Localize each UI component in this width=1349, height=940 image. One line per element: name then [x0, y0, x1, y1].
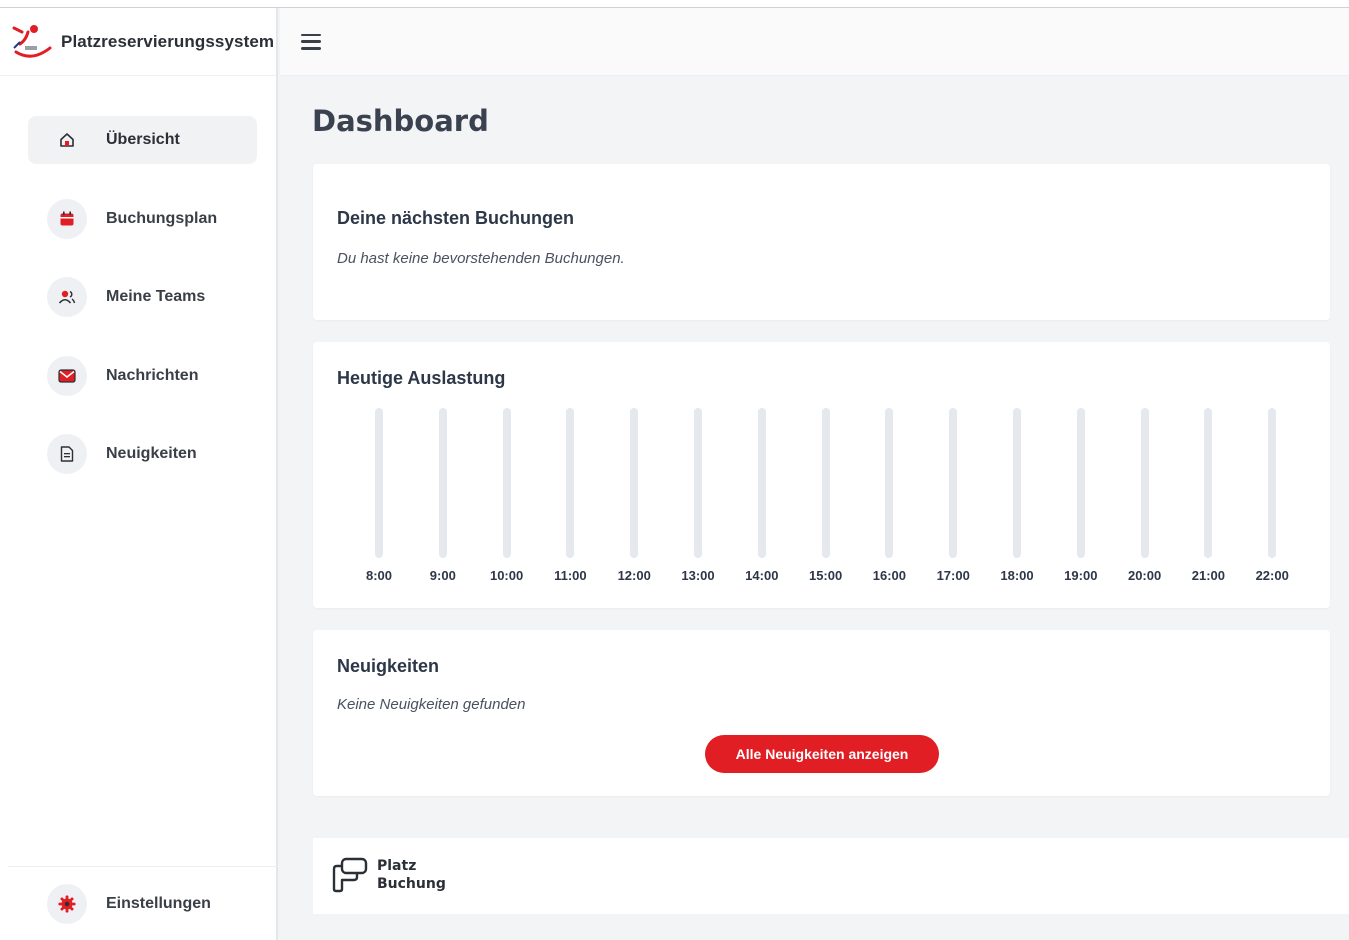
utilization-bar	[1204, 408, 1213, 558]
footer: Platz Buchung	[313, 838, 1349, 914]
utilization-tick-label: 16:00	[872, 568, 907, 583]
home-icon	[47, 120, 87, 160]
news-card: Neuigkeiten Keine Neuigkeiten gefunden A…	[313, 630, 1330, 796]
utilization-tick-label: 14:00	[745, 568, 779, 583]
utilization-bar	[694, 408, 702, 558]
utilization-card: Heutige Auslastung 8:00 9:00 10:00 11:00 12:…	[313, 342, 1330, 608]
sidebar-item-einstellungen[interactable]: Einstellungen	[28, 880, 257, 928]
sidebar-item-label: Übersicht	[106, 131, 180, 148]
mail-icon	[47, 356, 87, 396]
sidebar: Platzreservierungssystem Übersicht Buchu…	[0, 8, 278, 940]
utilization-tick-label: 8:00	[365, 568, 393, 583]
document-icon	[47, 434, 87, 474]
sidebar-item-label: Einstellungen	[106, 895, 211, 912]
utilization-bar	[757, 408, 766, 558]
calendar-icon	[47, 199, 87, 239]
utilization-chart: 8:00 9:00 10:00 11:00 12:00 13:00 14:00 15:00 16…	[313, 342, 1330, 608]
brand[interactable]: Platzreservierungssystem	[0, 8, 276, 76]
news-empty-text: Keine Neuigkeiten gefunden	[337, 696, 526, 713]
utilization-bar	[1013, 408, 1021, 558]
utilization-bar	[375, 408, 383, 558]
sidebar-item-label: Nachrichten	[106, 367, 199, 384]
news-title: Neuigkeiten	[337, 656, 440, 676]
club-logo-icon	[12, 24, 52, 58]
platz-buchung-logo-icon	[332, 857, 368, 893]
footer-brand-line2: Buchung	[377, 876, 446, 892]
utilization-bar	[1268, 408, 1277, 558]
utilization-tick-label: 18:00	[1000, 568, 1034, 583]
sidebar-item-label: Neuigkeiten	[106, 445, 197, 462]
utilization-tick-label: 11:00	[554, 568, 587, 583]
utilization-bar	[502, 408, 511, 558]
utilization-tick-label: 19:00	[1064, 568, 1098, 583]
utilization-tick-label: 21:00	[1191, 568, 1226, 583]
utilization-tick-label: 9:00	[429, 568, 456, 583]
window-top-border	[0, 0, 1349, 8]
utilization-tick-label: 12:00	[617, 568, 651, 583]
page-title: Dashboard	[312, 104, 489, 138]
bookings-empty-text: Du hast keine bevorstehenden Buchungen.	[337, 250, 625, 267]
app-title: Platzreservierungssystem	[61, 31, 275, 51]
users-icon	[47, 277, 87, 317]
sidebar-item-label: Meine Teams	[106, 288, 206, 305]
utilization-tick-label: 13:00	[681, 568, 715, 583]
sidebar-divider	[8, 866, 278, 867]
utilization-bar	[438, 408, 447, 558]
utilization-bar	[949, 408, 958, 558]
utilization-tick-label: 22:00	[1255, 568, 1289, 583]
sidebar-item-meine-teams[interactable]: Meine Teams	[28, 273, 257, 321]
utilization-tick-label: 15:00	[808, 568, 843, 583]
bookings-title: Deine nächsten Buchungen	[337, 208, 575, 228]
utilization-bar	[821, 408, 830, 558]
gear-icon	[47, 884, 87, 924]
footer-brand[interactable]: Platz Buchung	[332, 856, 446, 894]
bookings-card: Deine nächsten Buchungen Du hast keine b…	[313, 164, 1330, 320]
hamburger-icon[interactable]	[301, 33, 321, 50]
utilization-tick-label: 17:00	[936, 568, 970, 583]
top-header	[280, 8, 1349, 76]
utilization-bar	[1140, 408, 1149, 558]
sidebar-item-uebersicht[interactable]: Übersicht	[28, 116, 257, 164]
utilization-bar	[885, 408, 894, 558]
utilization-tick-label: 20:00	[1127, 568, 1162, 583]
show-all-news-button[interactable]: Alle Neuigkeiten anzeigen	[705, 735, 939, 773]
sidebar-item-neuigkeiten[interactable]: Neuigkeiten	[28, 430, 257, 478]
sidebar-item-nachrichten[interactable]: Nachrichten	[28, 352, 257, 400]
utilization-bar	[630, 408, 639, 558]
sidebar-item-label: Buchungsplan	[106, 210, 218, 227]
utilization-tick-label: 10:00	[489, 568, 524, 583]
utilization-bar	[566, 408, 575, 558]
utilization-bar	[1076, 408, 1085, 558]
sidebar-item-buchungsplan[interactable]: Buchungsplan	[28, 195, 257, 243]
footer-brand-line1: Platz	[377, 858, 417, 874]
